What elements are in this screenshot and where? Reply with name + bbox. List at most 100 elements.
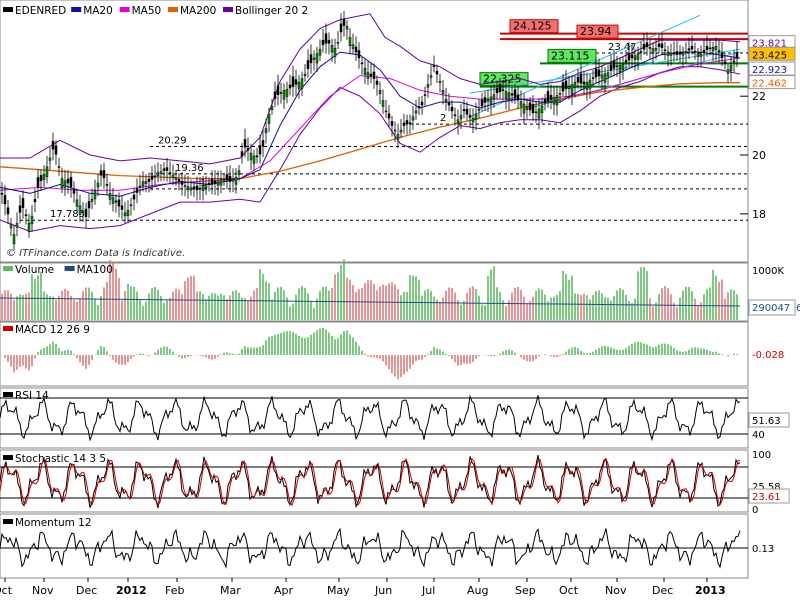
candle-body [501, 89, 505, 91]
candle-body [42, 173, 46, 180]
candle-body [33, 198, 37, 202]
candle-body [615, 65, 619, 68]
candle-body [408, 122, 412, 124]
candle-body [543, 99, 547, 104]
candle-body [165, 167, 169, 171]
candle-body [516, 94, 520, 101]
candle-body [498, 83, 502, 93]
x-tick-label: Sep [515, 584, 536, 597]
price-panel: 24.125 23.9423.4723.11522.325220.2919.361… [0, 0, 749, 263]
candle-body [567, 86, 571, 90]
legend-swatch [3, 326, 13, 331]
legend-label: MA200 [180, 5, 216, 17]
candle-body [705, 45, 709, 51]
x-tick-label: Dec [652, 584, 673, 597]
stochastic-tick-100: 100 [752, 450, 771, 461]
x-tick-label: Dec [76, 584, 97, 597]
candle-body [216, 181, 220, 186]
candle-body [153, 175, 157, 178]
candle-body [114, 200, 118, 203]
candle-body [603, 73, 607, 83]
candle-body [252, 155, 256, 164]
candle-body [381, 100, 385, 107]
candle-body [420, 101, 424, 106]
candle-body [3, 195, 7, 205]
candle-body [183, 185, 187, 187]
candle-body [66, 178, 70, 184]
candle-body [678, 53, 682, 55]
legend-label: Bollinger 20 2 [235, 5, 308, 17]
candle-body [21, 198, 25, 208]
legend-label: EDENRED [15, 5, 66, 17]
candle-body [552, 97, 556, 105]
candle-body [123, 212, 127, 217]
candle-body [459, 115, 463, 120]
candle-body [48, 157, 52, 161]
candle-body [231, 179, 235, 182]
candle-body [240, 151, 244, 157]
candle-body [447, 102, 451, 106]
candle-body [246, 148, 250, 151]
volume-axis-max: 1000K [752, 266, 784, 277]
candle-body [687, 48, 691, 51]
level-label: 23.115 [551, 49, 590, 62]
candle-body [225, 174, 229, 181]
candle-body [312, 57, 316, 60]
candle-body [12, 234, 16, 245]
candle-body [630, 54, 634, 59]
candle-body [282, 90, 286, 100]
candle-body [654, 47, 658, 51]
candle-body [168, 172, 172, 174]
candle-body [345, 26, 349, 30]
legend-swatch [119, 7, 130, 12]
stochastic-last-value: 23.61 [752, 492, 781, 503]
stock-chart[interactable]: 24.125 23.9423.4723.11522.325220.2919.361… [0, 0, 800, 600]
candle-body [171, 174, 175, 178]
candle-body [54, 145, 58, 155]
candle-body [534, 111, 538, 114]
candle-body [690, 45, 694, 50]
candle-body [315, 53, 319, 64]
candle-body [210, 178, 214, 185]
candle-body [693, 50, 697, 53]
momentum-legend: Momentum 12 [3, 517, 92, 529]
candle-body [72, 189, 76, 194]
level-label: 19.36 [175, 163, 204, 174]
price-tick-label: 20 [752, 149, 766, 162]
candle-body [423, 94, 427, 96]
candle-body [648, 46, 652, 49]
candle-body [564, 80, 568, 90]
candle-body [213, 180, 217, 184]
candle-body [573, 81, 577, 89]
candle-body [108, 193, 112, 200]
candle-body [711, 47, 715, 52]
volume-right-edge: 6 [796, 303, 800, 314]
candle-body [585, 81, 589, 90]
legend-label: Stochastic 14 3 5 [15, 453, 106, 465]
x-tick-label: 2012 [116, 584, 147, 597]
candle-body [411, 116, 415, 121]
candle-body [60, 178, 64, 189]
candle-body [657, 43, 661, 47]
candle-body [99, 170, 103, 176]
candle-body [702, 49, 706, 53]
candle-body [351, 44, 355, 49]
rsi-panel: RSI 14 51.63 40 [0, 387, 790, 449]
candle-body [192, 186, 196, 190]
candle-body [366, 72, 370, 79]
price-tick-label: 22 [752, 90, 766, 103]
candle-body [537, 108, 541, 119]
macd-legend: MACD 12 26 9 [3, 324, 90, 336]
candle-body [156, 172, 160, 177]
candle-body [228, 175, 232, 182]
candle-body [87, 201, 91, 209]
candle-body [204, 184, 208, 189]
candle-body [102, 170, 106, 179]
candle-body [390, 121, 394, 126]
candle-body [480, 99, 484, 107]
candle-body [606, 72, 610, 77]
legend-label: Volume [15, 264, 54, 276]
candle-body [159, 171, 163, 174]
candle-body [426, 84, 430, 88]
x-tick-label: Mar [220, 584, 241, 597]
